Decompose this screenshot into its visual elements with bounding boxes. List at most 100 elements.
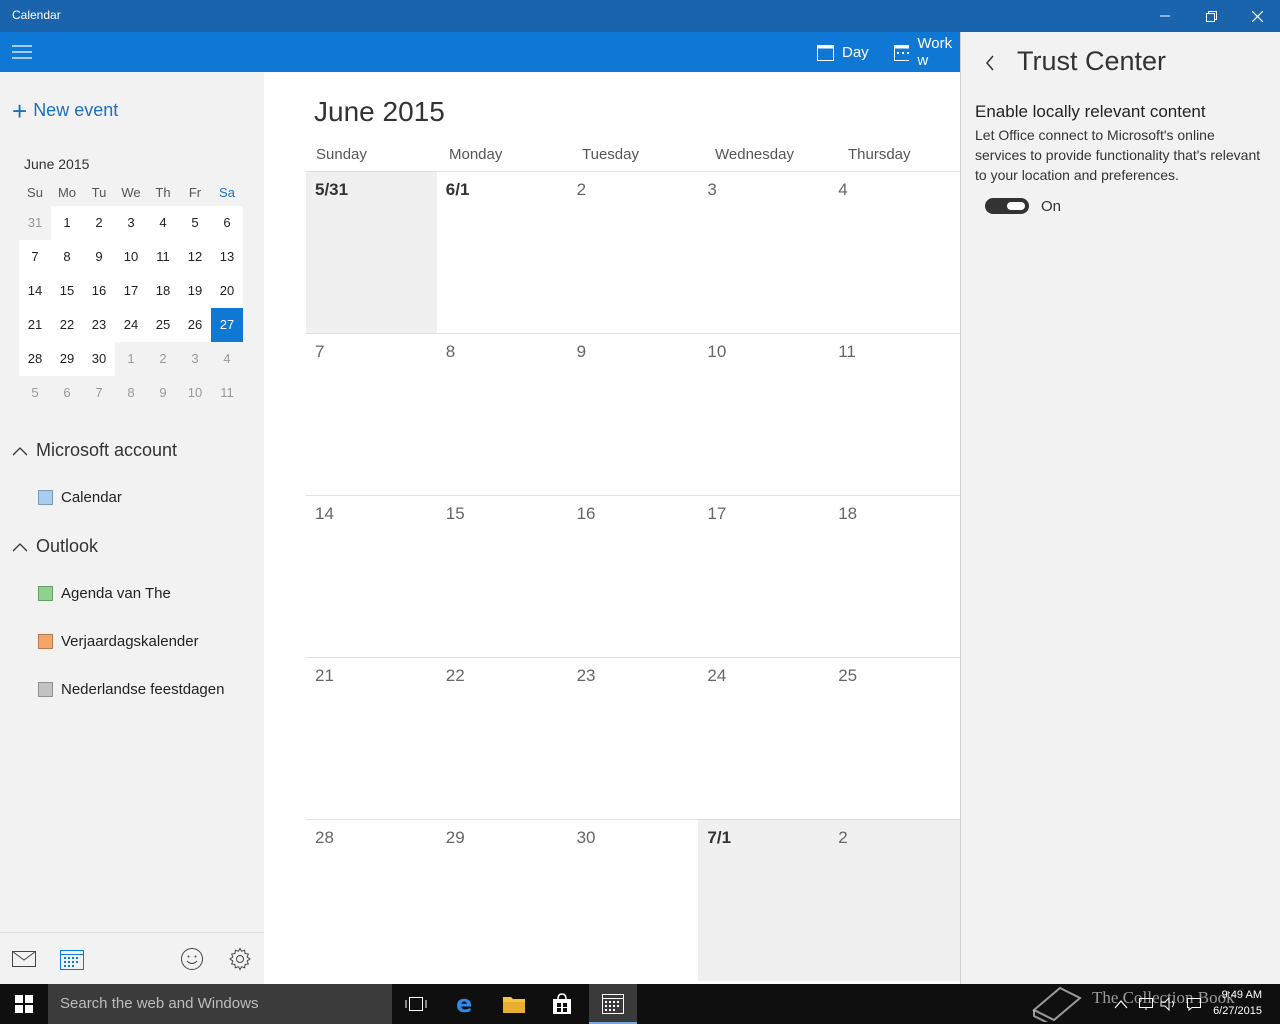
day-view-button[interactable]: Day	[817, 32, 869, 72]
calendar-item-feestdagen[interactable]: Nederlandse feestdagen	[38, 681, 224, 698]
day-cell[interactable]: 5/31	[306, 172, 437, 333]
mini-day[interactable]: 1	[51, 206, 83, 240]
mini-day[interactable]: 3	[179, 342, 211, 376]
mini-day[interactable]: 7	[19, 240, 51, 274]
settings-button[interactable]	[226, 945, 254, 973]
chevron-up-icon[interactable]	[1114, 999, 1128, 1009]
day-cell[interactable]: 6/1	[437, 172, 568, 333]
back-button[interactable]	[979, 52, 1001, 74]
mini-day[interactable]: 10	[115, 240, 147, 274]
day-cell[interactable]: 15	[437, 496, 568, 657]
calendar-app-button[interactable]	[58, 945, 86, 973]
mini-day[interactable]: 12	[179, 240, 211, 274]
mini-day[interactable]: 9	[83, 240, 115, 274]
calendar-item-verjaardagskalender[interactable]: Verjaardagskalender	[38, 633, 199, 650]
day-cell[interactable]: 23	[568, 658, 699, 819]
microsoft-account-group[interactable]: Microsoft account	[12, 440, 177, 461]
mini-day[interactable]: 31	[19, 206, 51, 240]
day-cell[interactable]: 2	[829, 820, 960, 981]
mini-day[interactable]: 14	[19, 274, 51, 308]
mini-day[interactable]: 4	[211, 342, 243, 376]
day-cell[interactable]: 21	[306, 658, 437, 819]
mini-day[interactable]: 30	[83, 342, 115, 376]
new-event-button[interactable]: + New event	[12, 98, 118, 124]
day-cell[interactable]: 4	[829, 172, 960, 333]
day-cell[interactable]: 30	[568, 820, 699, 981]
file-explorer-button[interactable]	[490, 984, 538, 1024]
mini-day[interactable]: 23	[83, 308, 115, 342]
feedback-button[interactable]	[178, 945, 206, 973]
day-cell[interactable]: 14	[306, 496, 437, 657]
hamburger-menu-button[interactable]	[8, 38, 36, 66]
mini-day[interactable]: 5	[179, 206, 211, 240]
day-cell[interactable]: 28	[306, 820, 437, 981]
local-content-toggle[interactable]	[985, 198, 1029, 214]
mini-day[interactable]: 26	[179, 308, 211, 342]
restore-button[interactable]	[1188, 0, 1234, 32]
calendar-item-calendar[interactable]: Calendar	[38, 489, 122, 506]
day-cell[interactable]: 16	[568, 496, 699, 657]
day-cell[interactable]: 10	[698, 334, 829, 495]
mini-day[interactable]: 6	[211, 206, 243, 240]
mini-day[interactable]: 18	[147, 274, 179, 308]
mini-day[interactable]: 2	[147, 342, 179, 376]
store-button[interactable]	[538, 984, 586, 1024]
weekday-label: Monday	[449, 146, 503, 163]
mini-day[interactable]: 15	[51, 274, 83, 308]
day-cell[interactable]: 25	[829, 658, 960, 819]
mini-day[interactable]: 8	[51, 240, 83, 274]
mini-day[interactable]: 5	[19, 376, 51, 410]
mini-day[interactable]: 21	[19, 308, 51, 342]
day-cell[interactable]: 24	[698, 658, 829, 819]
mini-day[interactable]: 7	[83, 376, 115, 410]
mini-day[interactable]: 13	[211, 240, 243, 274]
mini-day[interactable]: 2	[83, 206, 115, 240]
mail-button[interactable]	[10, 945, 38, 973]
mini-day[interactable]: 28	[19, 342, 51, 376]
day-cell[interactable]: 8	[437, 334, 568, 495]
day-cell[interactable]: 2	[568, 172, 699, 333]
search-box[interactable]: Search the web and Windows	[48, 984, 392, 1024]
edge-button[interactable]: e	[442, 984, 490, 1024]
day-cell[interactable]: 17	[698, 496, 829, 657]
day-cell[interactable]: 3	[698, 172, 829, 333]
day-cell[interactable]: 9	[568, 334, 699, 495]
mini-day[interactable]: 1	[115, 342, 147, 376]
mini-day[interactable]: 11	[147, 240, 179, 274]
mini-day[interactable]: 4	[147, 206, 179, 240]
start-button[interactable]	[0, 984, 48, 1024]
day-cell[interactable]: 11	[829, 334, 960, 495]
mini-day[interactable]: 8	[115, 376, 147, 410]
volume-icon[interactable]	[1160, 997, 1178, 1011]
task-view-button[interactable]	[392, 984, 440, 1024]
mini-day[interactable]: 6	[51, 376, 83, 410]
mini-day[interactable]: 9	[147, 376, 179, 410]
clock[interactable]: 9:49 AM 6/27/2015	[1213, 987, 1262, 1019]
day-cell[interactable]: 7/1	[698, 820, 830, 981]
day-cell[interactable]: 7	[306, 334, 437, 495]
day-cell[interactable]: 18	[829, 496, 960, 657]
mini-day[interactable]: 16	[83, 274, 115, 308]
mini-day[interactable]: 17	[115, 274, 147, 308]
work-week-view-button[interactable]: Work w	[894, 32, 960, 72]
minimize-button[interactable]	[1142, 0, 1188, 32]
calendar-item-agenda[interactable]: Agenda van The	[38, 585, 171, 602]
mini-day[interactable]: 10	[179, 376, 211, 410]
mini-day[interactable]: 29	[51, 342, 83, 376]
mini-day[interactable]: 22	[51, 308, 83, 342]
mini-day[interactable]: 11	[211, 376, 243, 410]
mini-day[interactable]: 3	[115, 206, 147, 240]
mini-calendar-title[interactable]: June 2015	[24, 156, 89, 172]
day-cell[interactable]: 22	[437, 658, 568, 819]
close-button[interactable]	[1234, 0, 1280, 32]
network-icon[interactable]	[1138, 997, 1154, 1011]
calendar-taskbar-button[interactable]	[589, 984, 637, 1024]
mini-day[interactable]: 24	[115, 308, 147, 342]
mini-day[interactable]: 25	[147, 308, 179, 342]
action-center-icon[interactable]	[1186, 997, 1202, 1011]
mini-day[interactable]: 20	[211, 274, 243, 308]
outlook-account-group[interactable]: Outlook	[12, 536, 98, 557]
day-cell[interactable]: 29	[437, 820, 568, 981]
mini-day[interactable]: 27	[211, 308, 243, 342]
mini-day[interactable]: 19	[179, 274, 211, 308]
